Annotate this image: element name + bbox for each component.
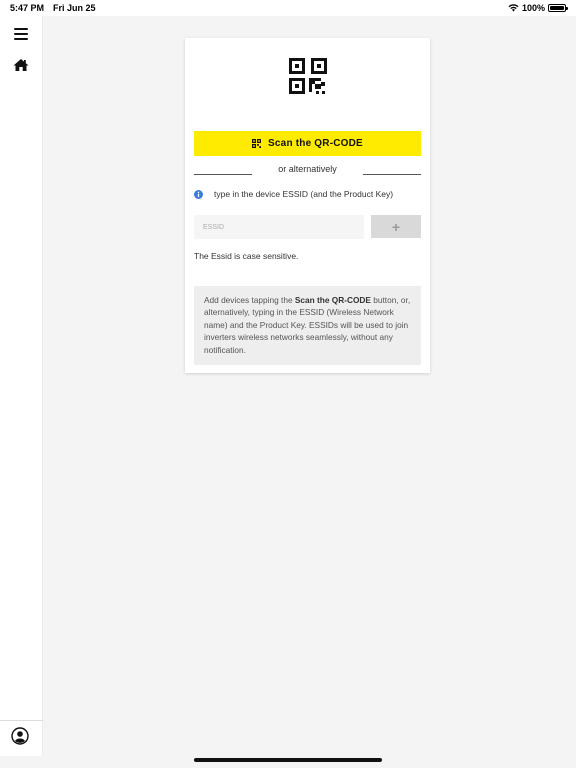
info-text: type in the device ESSID (and the Produc…: [214, 189, 394, 199]
home-indicator[interactable]: [194, 758, 382, 762]
status-time: 5:47 PM: [10, 3, 45, 13]
help-text-part1: Add devices tapping the: [204, 295, 295, 305]
wifi-icon: [508, 4, 519, 12]
battery-percent: 100%: [521, 3, 545, 13]
scan-qr-label: Scan the QR-CODE: [268, 138, 363, 149]
battery-icon: [548, 4, 568, 12]
add-essid-button[interactable]: +: [371, 215, 421, 238]
info-row: type in the device ESSID (and the Produc…: [194, 188, 421, 200]
sidebar-divider: [0, 720, 43, 721]
separator-line-right: [363, 173, 421, 175]
qr-code-icon: [289, 58, 327, 94]
menu-icon[interactable]: [14, 28, 28, 40]
add-button-label: +: [391, 218, 401, 235]
home-icon[interactable]: [13, 58, 29, 72]
or-text: or alternatively: [278, 164, 337, 174]
or-separator: or alternatively: [194, 162, 421, 176]
profile-icon[interactable]: [11, 727, 29, 745]
qr-small-icon: [252, 139, 262, 148]
help-text-bold: Scan the QR-CODE: [294, 295, 371, 305]
separator-line-left: [194, 173, 252, 175]
info-icon: [194, 189, 203, 199]
add-device-card: Scan the QR-CODE or alternatively type i…: [185, 38, 430, 373]
essid-input[interactable]: [194, 215, 364, 239]
scan-qr-button[interactable]: Scan the QR-CODE: [194, 131, 421, 156]
sidebar: [0, 16, 43, 756]
case-sensitive-note: The Essid is case sensitive.: [194, 251, 299, 261]
help-box: Add devices tapping the Scan the QR-CODE…: [194, 286, 421, 365]
status-date: Fri Jun 25: [53, 3, 96, 13]
status-bar: 5:47 PM Fri Jun 25 100%: [0, 0, 576, 16]
